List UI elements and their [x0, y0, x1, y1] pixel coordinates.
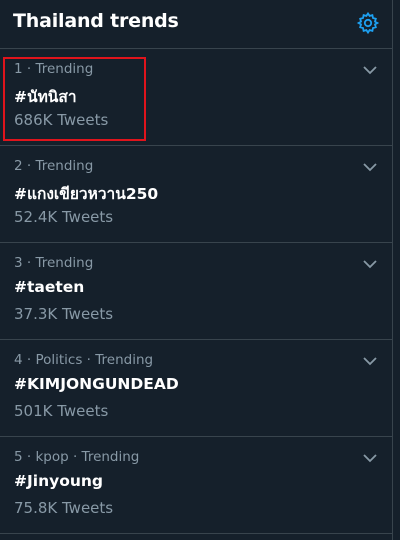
trend-tweet-count: 75.8K Tweets	[14, 499, 114, 517]
trends-header: Thailand trends	[0, 0, 392, 49]
chevron-down-icon[interactable]	[362, 352, 378, 366]
trend-tweet-count: 37.3K Tweets	[14, 305, 114, 323]
trend-tweet-count: 686K Tweets	[14, 111, 109, 129]
trend-meta: 1 · Trending	[14, 61, 94, 77]
chevron-down-icon[interactable]	[362, 449, 378, 463]
trend-name[interactable]: #แกงเขียวหวาน250	[14, 181, 158, 206]
gear-icon[interactable]	[356, 11, 380, 35]
trend-name[interactable]: #taeten	[14, 278, 84, 296]
chevron-down-icon[interactable]	[362, 255, 378, 269]
trend-name[interactable]: #KIMJONGUNDEAD	[14, 375, 179, 393]
trend-item-4[interactable]: 4 · Politics · Trending #KIMJONGUNDEAD 5…	[0, 340, 392, 437]
trend-name[interactable]: #นัทนิสา	[14, 84, 77, 109]
trend-item-2[interactable]: 2 · Trending #แกงเขียวหวาน250 52.4K Twee…	[0, 146, 392, 243]
trend-meta: 3 · Trending	[14, 255, 94, 271]
trend-meta: 2 · Trending	[14, 158, 94, 174]
trend-item-3[interactable]: 3 · Trending #taeten 37.3K Tweets	[0, 243, 392, 340]
page-title: Thailand trends	[13, 10, 179, 32]
trend-item-5[interactable]: 5 · kpop · Trending #Jinyoung 75.8K Twee…	[0, 437, 392, 534]
trend-tweet-count: 501K Tweets	[14, 402, 109, 420]
trend-tweet-count: 52.4K Tweets	[14, 208, 114, 226]
trend-meta: 5 · kpop · Trending	[14, 449, 140, 465]
trend-name[interactable]: #Jinyoung	[14, 472, 103, 490]
trend-meta: 4 · Politics · Trending	[14, 352, 154, 368]
trend-item-1[interactable]: 1 · Trending #นัทนิสา 686K Tweets	[0, 49, 392, 146]
chevron-down-icon[interactable]	[362, 61, 378, 75]
chevron-down-icon[interactable]	[362, 158, 378, 172]
trends-panel: Thailand trends 1 · Trending #นัทนิสา 68…	[0, 0, 393, 540]
